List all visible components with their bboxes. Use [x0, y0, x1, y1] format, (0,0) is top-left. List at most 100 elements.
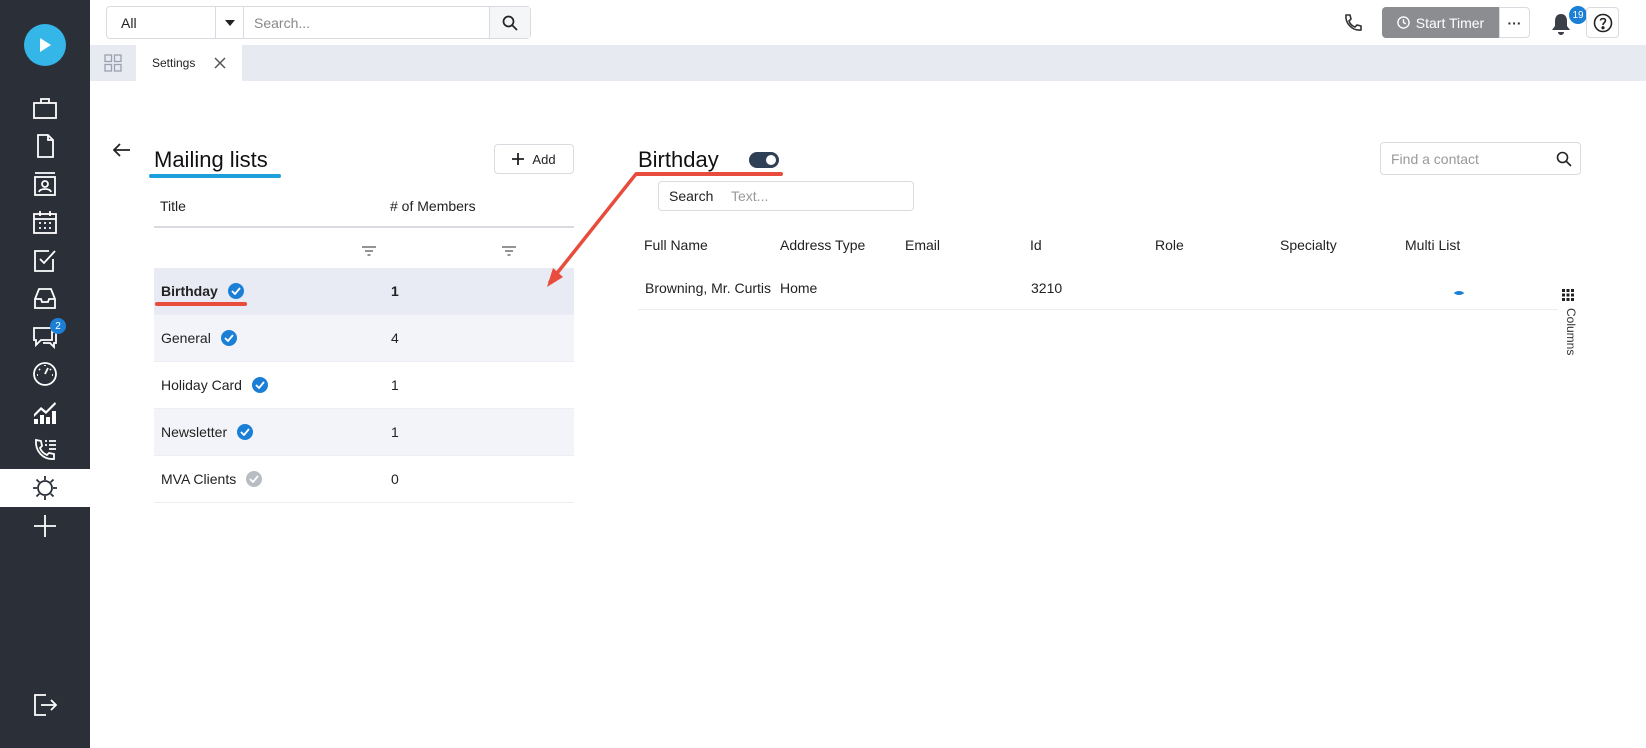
tabs-grid-button[interactable]: [90, 45, 136, 81]
app-window: 2 All Search... Start Timer ··· 19 Setti…: [0, 0, 1646, 748]
messages-badge: 2: [50, 318, 66, 334]
check-circle-icon: [251, 377, 268, 393]
more-icon: ···: [1507, 14, 1522, 31]
settings-icon: [33, 476, 57, 500]
members-search-placeholder: Text...: [731, 188, 769, 204]
members-table-header: Full Name Address Type Email Id Role Spe…: [638, 232, 1558, 262]
tab-bar: Settings: [90, 45, 1646, 81]
list-item[interactable]: Newsletter 1: [154, 409, 574, 456]
add-mailing-list-button[interactable]: Add: [494, 144, 574, 174]
columns-grid-icon: [1562, 289, 1574, 301]
nav-documents[interactable]: [0, 127, 90, 165]
clock-icon: [1396, 16, 1410, 29]
list-item[interactable]: General 4: [154, 315, 574, 362]
contact-card-icon: [34, 172, 56, 196]
column-members[interactable]: # of Members: [390, 198, 476, 214]
nav-call-log[interactable]: [0, 431, 90, 469]
nav-messages[interactable]: 2: [0, 317, 90, 355]
cell-address-type: Home: [780, 280, 818, 296]
column-title[interactable]: Title: [160, 198, 186, 214]
column-full-name[interactable]: Full Name: [644, 237, 708, 253]
start-timer-button[interactable]: Start Timer: [1382, 7, 1499, 38]
list-item-count: 4: [391, 330, 399, 346]
detail-annotation-underline: [635, 172, 783, 176]
plus-icon: [512, 153, 525, 165]
app-logo[interactable]: [24, 24, 66, 66]
column-role[interactable]: Role: [1155, 237, 1184, 253]
play-icon: [40, 38, 51, 52]
global-search-button[interactable]: [490, 7, 530, 38]
help-button[interactable]: [1586, 7, 1619, 38]
nav-dashboard[interactable]: [0, 355, 90, 393]
column-multi-list[interactable]: Multi List: [1405, 237, 1460, 253]
sidebar: 2: [0, 0, 90, 748]
dashboard-icon: [33, 362, 57, 386]
add-label: Add: [532, 151, 556, 167]
chevron-down-icon[interactable]: [215, 7, 243, 38]
find-contact-placeholder: Find a contact: [1391, 150, 1479, 167]
list-item[interactable]: Holiday Card 1: [154, 362, 574, 409]
search-scope-select[interactable]: All: [107, 7, 244, 38]
nav-add[interactable]: [0, 507, 90, 545]
back-button[interactable]: [112, 140, 132, 160]
cell-full-name: Browning, Mr. Curtis: [645, 280, 772, 296]
check-circle-icon: [227, 283, 244, 299]
list-item-count: 1: [391, 424, 399, 440]
tab-settings-label: Settings: [152, 56, 196, 70]
column-address-type[interactable]: Address Type: [780, 237, 865, 253]
members-search-label: Search: [669, 188, 714, 204]
nav-matters[interactable]: [0, 89, 90, 127]
column-specialty[interactable]: Specialty: [1280, 237, 1337, 253]
column-email[interactable]: Email: [905, 237, 940, 253]
close-icon[interactable]: [212, 55, 228, 71]
nav-inbox[interactable]: [0, 279, 90, 317]
phone-icon: [1345, 14, 1362, 31]
inbox-icon: [34, 288, 56, 309]
columns-panel-toggle[interactable]: Columns: [1562, 288, 1578, 368]
more-options-button[interactable]: ···: [1499, 7, 1530, 38]
nav-contacts[interactable]: [0, 165, 90, 203]
search-scope-value: All: [121, 14, 137, 31]
nav-settings[interactable]: [0, 469, 90, 507]
checklist-icon: [34, 250, 56, 272]
nav-calendar[interactable]: [0, 203, 90, 241]
list-item-count: 1: [391, 283, 399, 299]
global-search-input[interactable]: Search...: [244, 7, 490, 38]
mailing-lists-header: Title # of Members: [154, 184, 574, 228]
plus-icon: [34, 515, 56, 537]
reports-icon: [34, 402, 56, 424]
check-circle-icon: [220, 330, 237, 346]
title-annotation-underline: [149, 174, 281, 178]
bell-icon: [1552, 14, 1570, 35]
columns-label: Columns: [1564, 308, 1578, 356]
phone-button[interactable]: [1340, 10, 1366, 36]
notifications-badge: 19: [1569, 6, 1587, 24]
global-search-group: All Search...: [106, 6, 531, 39]
active-toggle[interactable]: [749, 152, 779, 168]
tab-settings[interactable]: Settings: [136, 45, 242, 81]
list-item-name: Holiday Card: [161, 377, 242, 393]
list-item[interactable]: Birthday 1: [154, 268, 574, 315]
nav-tasks[interactable]: [0, 241, 90, 279]
list-item-name: MVA Clients: [161, 471, 237, 487]
document-icon: [37, 134, 54, 158]
call-log-icon: [35, 438, 56, 460]
list-item-name: Newsletter: [161, 424, 228, 440]
members-search-input[interactable]: Search Text...: [658, 181, 914, 211]
table-row[interactable]: Browning, Mr. Curtis Home 3210: [638, 268, 1558, 310]
multi-list-check-icon: [1451, 279, 1467, 295]
filter-icon[interactable]: [362, 246, 376, 256]
top-bar: All Search... Start Timer ··· 19: [90, 0, 1646, 45]
filter-icon[interactable]: [502, 246, 516, 256]
nav-logout[interactable]: [0, 686, 90, 724]
list-item-name: Birthday: [161, 283, 218, 299]
find-contact-input[interactable]: Find a contact: [1380, 142, 1581, 175]
nav-reports[interactable]: [0, 393, 90, 431]
list-item-count: 1: [391, 377, 399, 393]
mailing-lists-title: Mailing lists: [154, 147, 268, 172]
column-id[interactable]: Id: [1030, 237, 1042, 253]
list-item[interactable]: MVA Clients 0: [154, 456, 574, 503]
arrow-left-icon: [113, 143, 130, 157]
calendar-icon: [33, 211, 57, 234]
search-icon[interactable]: [1556, 151, 1572, 167]
